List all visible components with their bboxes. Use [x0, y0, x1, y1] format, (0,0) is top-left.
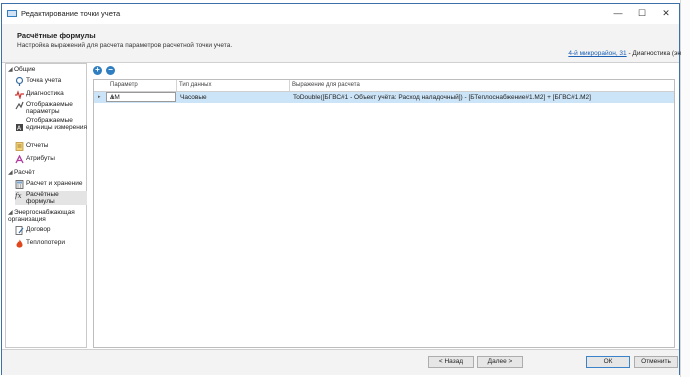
page-subtitle: Настройка выражений для расчета параметр… — [17, 42, 233, 49]
minimize-button[interactable]: — — [607, 7, 629, 20]
map-pin-icon — [15, 77, 24, 86]
sidebar-item-contract[interactable]: Договор — [15, 226, 87, 235]
sidebar-item-attributes[interactable]: Атрибуты — [15, 155, 87, 164]
remove-formula-button[interactable]: − — [106, 66, 115, 75]
sidebar-item-heat-loss[interactable]: Теплопотери — [15, 239, 87, 248]
expression-cell[interactable]: ToDouble([БГВС#1 - Объект учёта: Расход … — [293, 94, 591, 101]
background-app-edge — [680, 0, 690, 377]
maximize-button[interactable]: ☐ — [631, 7, 653, 20]
section-general[interactable]: ◢Общие — [8, 66, 35, 73]
back-button[interactable]: < Назад — [428, 356, 474, 368]
close-button[interactable]: ✕ — [655, 7, 677, 20]
grid-header: Параметр Тип данных Выражение для расчет… — [94, 80, 674, 92]
sidebar-item-displayed-params[interactable]: Отображаемые параметры — [15, 101, 87, 115]
breadcrumb-rest: - Диагностика (эн — [626, 50, 681, 57]
title-bar[interactable]: Редактирование точки учета — ☐ ✕ — [2, 4, 679, 24]
contract-icon — [15, 226, 24, 235]
sidebar-item-calc-storage[interactable]: Расчет и хранение — [15, 180, 87, 189]
cancel-button[interactable]: Отменить — [634, 356, 678, 368]
formulas-panel: + − Параметр Тип данных Выражение для ра… — [90, 63, 678, 348]
table-row[interactable]: ▸ ΔM ▼ Часовые ToDouble([БГВС#1 - Объект… — [94, 92, 674, 103]
edit-meter-point-dialog: Редактирование точки учета — ☐ ✕ Расчётн… — [1, 3, 681, 375]
navigation-sidebar: ◢Общие Точка учета Диагностика Отображае… — [5, 63, 87, 348]
data-type-cell[interactable]: Часовые — [180, 94, 207, 101]
column-header-expression[interactable]: Выражение для расчета — [292, 82, 360, 88]
next-button[interactable]: Далее > — [477, 356, 523, 368]
report-icon — [15, 142, 24, 151]
page-header: Расчётные формулы Настройка выражений дл… — [2, 24, 681, 63]
chevron-down-icon[interactable]: ▼ — [110, 95, 173, 101]
sidebar-item-reports[interactable]: Отчеты — [15, 142, 87, 151]
sidebar-item-diagnostics[interactable]: Диагностика — [15, 90, 87, 99]
section-calculation[interactable]: ◢Расчёт — [8, 169, 35, 176]
attributes-icon — [15, 155, 24, 164]
sidebar-item-units[interactable]: A Отображаемые единицы измерения — [15, 117, 87, 132]
dialog-footer: < Назад Далее > ОК Отменить — [2, 349, 679, 375]
column-header-parameter[interactable]: Параметр — [110, 82, 138, 88]
page-title: Расчётные формулы — [17, 31, 96, 40]
svg-text:fx: fx — [15, 192, 22, 200]
parameters-icon — [15, 101, 24, 110]
ok-button[interactable]: ОК — [586, 356, 630, 368]
flame-icon — [16, 239, 23, 248]
app-icon — [7, 10, 17, 17]
formulas-grid: Параметр Тип данных Выражение для расчет… — [93, 79, 675, 348]
parameter-select[interactable]: ΔM ▼ — [106, 92, 176, 102]
calculator-icon — [15, 180, 24, 189]
breadcrumb-link[interactable]: 4-й микрорайон, 31 — [568, 50, 626, 57]
sidebar-item-meter-point[interactable]: Точка учета — [15, 77, 87, 86]
add-formula-button[interactable]: + — [93, 66, 102, 75]
units-icon: A — [16, 124, 23, 132]
window-title: Редактирование точки учета — [21, 9, 121, 18]
column-header-data-type[interactable]: Тип данных — [179, 82, 211, 88]
section-supplier[interactable]: ◢Энергоснабжающая организация — [8, 209, 86, 223]
sidebar-item-calc-formulas[interactable]: fx Расчётные формулы — [15, 191, 87, 205]
diagnostics-icon — [15, 90, 24, 99]
breadcrumb: 4-й микрорайон, 31 - Диагностика (эн — [568, 50, 681, 57]
formula-icon: fx — [15, 192, 22, 200]
row-indicator-icon: ▸ — [98, 94, 101, 100]
